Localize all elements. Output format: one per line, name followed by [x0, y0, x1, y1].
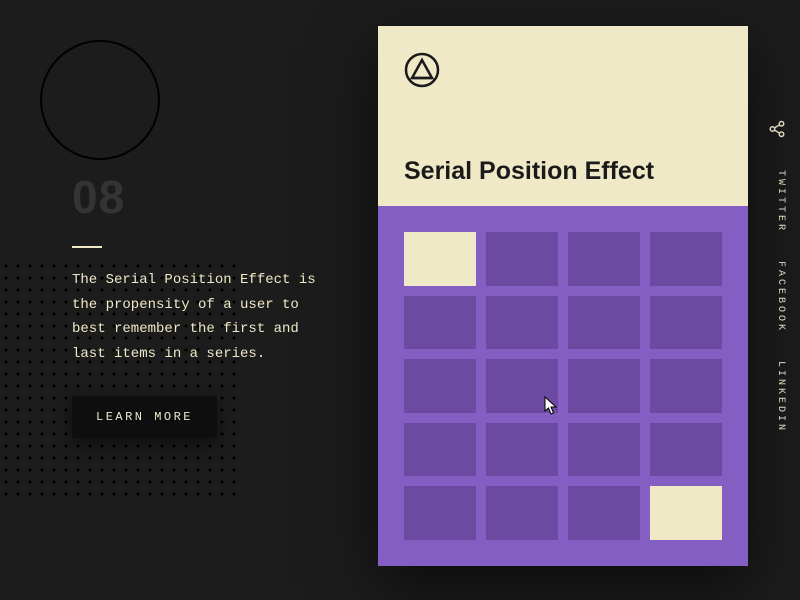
grid-cell	[568, 486, 640, 540]
grid-cell	[568, 232, 640, 286]
card-header: Serial Position Effect	[378, 26, 748, 206]
share-link-linkedin[interactable]: LINKEDIN	[775, 361, 786, 433]
grid-cell	[568, 423, 640, 477]
grid-cell	[568, 359, 640, 413]
share-links: TWITTER FACEBOOK LINKEDIN	[775, 170, 786, 433]
grid-cell	[404, 232, 476, 286]
decorative-circle	[40, 40, 160, 160]
logo-icon	[404, 52, 722, 88]
grid-cell	[404, 486, 476, 540]
grid-cell	[650, 486, 722, 540]
grid-cell	[486, 423, 558, 477]
grid-cell	[486, 486, 558, 540]
grid-cell	[568, 296, 640, 350]
grid-cell	[404, 359, 476, 413]
card-title: Serial Position Effect	[404, 157, 654, 186]
law-index: 08	[72, 170, 332, 224]
share-link-twitter[interactable]: TWITTER	[775, 170, 786, 233]
grid-cell	[650, 232, 722, 286]
grid-cell	[650, 359, 722, 413]
law-card: Serial Position Effect	[378, 26, 748, 566]
grid-cell	[650, 296, 722, 350]
law-description: The Serial Position Effect is the propen…	[72, 268, 332, 366]
text-panel: 08 The Serial Position Effect is the pro…	[72, 170, 332, 438]
illustration-grid	[378, 206, 748, 566]
divider	[72, 246, 102, 248]
grid-cell	[650, 423, 722, 477]
share-icon[interactable]	[768, 120, 786, 143]
grid-cell	[404, 423, 476, 477]
grid-cell	[486, 359, 558, 413]
share-link-facebook[interactable]: FACEBOOK	[775, 261, 786, 333]
grid-cell	[404, 296, 476, 350]
learn-more-button[interactable]: LEARN MORE	[72, 396, 217, 438]
grid-cell	[486, 296, 558, 350]
grid-cell	[486, 232, 558, 286]
